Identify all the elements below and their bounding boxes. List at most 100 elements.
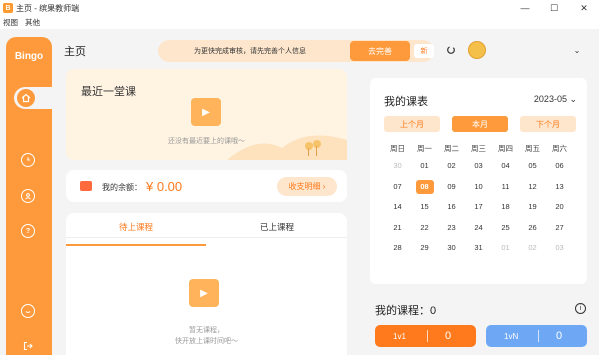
info-icon[interactable]: i — [575, 303, 586, 314]
maximize-icon[interactable]: ☐ — [540, 0, 568, 16]
menu-other[interactable]: 其他 — [25, 17, 40, 28]
my-courses-count: 0 — [430, 305, 437, 317]
stat-1v1-label: 1v1 — [393, 331, 406, 341]
empty-courses-text: 暂无课程， 快开放上课时间吧～ — [66, 325, 347, 347]
tab-upcoming-label: 待上课程 — [118, 222, 153, 232]
calendar-day[interactable]: 02 — [524, 241, 542, 255]
calendar-day[interactable]: 18 — [497, 200, 515, 214]
wallet-icon — [80, 181, 92, 191]
calendar-day[interactable]: 15 — [416, 200, 434, 214]
calendar-day[interactable]: 04 — [497, 159, 515, 173]
video-play-icon: ▶ — [191, 98, 221, 126]
menu-view[interactable]: 视图 — [3, 17, 18, 28]
calendar-day[interactable]: 07 — [389, 180, 407, 194]
calendar-day[interactable]: 30 — [389, 159, 407, 173]
notice-text: 为更快完成审核，请先完善个人信息 — [194, 48, 306, 55]
calendar-day[interactable]: 16 — [443, 200, 461, 214]
calendar-day[interactable]: 11 — [497, 180, 515, 194]
tab-completed-label: 已上课程 — [259, 222, 294, 232]
chevron-down-icon[interactable]: ⌄ — [570, 43, 584, 57]
income-details-button[interactable]: 收支明细 › — [277, 177, 337, 196]
calendar-day[interactable]: 31 — [470, 241, 488, 255]
calendar-day[interactable]: 28 — [389, 241, 407, 255]
new-badge: 新 — [414, 44, 434, 58]
weekday-header: 周二 — [444, 144, 459, 153]
calendar-day[interactable]: 13 — [551, 180, 569, 194]
page-title: 主页 — [64, 46, 86, 58]
recent-class-title: 最近一堂课 — [81, 86, 136, 98]
calendar-title: 我的课表 — [384, 96, 428, 108]
user-icon[interactable] — [21, 189, 35, 203]
calendar-day[interactable]: 19 — [524, 200, 542, 214]
calendar-day[interactable]: 27 — [551, 221, 569, 235]
prev-month-button[interactable]: 上个月 — [384, 116, 440, 132]
empty-courses-icon: ▶ — [189, 279, 219, 307]
active-tab-indicator — [66, 244, 206, 246]
calendar-day[interactable]: 24 — [470, 221, 488, 235]
close-icon[interactable]: ✕ — [570, 0, 598, 16]
calendar-day[interactable]: 23 — [443, 221, 461, 235]
tab-upcoming[interactable]: 待上课程 — [66, 221, 206, 246]
calendar-day[interactable]: 02 — [443, 159, 461, 173]
my-courses-label: 我的课程： — [375, 305, 430, 317]
balance-amount: ¥ 0.00 — [146, 179, 183, 194]
calendar-day[interactable]: 20 — [551, 200, 569, 214]
calendar-day[interactable]: 10 — [470, 180, 488, 194]
calendar-day[interactable]: 05 — [524, 159, 542, 173]
this-month-button[interactable]: 本月 — [452, 116, 508, 132]
calendar-day[interactable]: 03 — [551, 241, 569, 255]
calendar-day[interactable]: 17 — [470, 200, 488, 214]
recent-class-card: 最近一堂课 ▶ 还没有最近要上的课哦～ — [66, 69, 347, 160]
stat-1vn-label: 1vN — [504, 331, 519, 341]
weekday-header: 周四 — [498, 144, 513, 153]
calendar-day[interactable]: 03 — [470, 159, 488, 173]
calendar-day[interactable]: 06 — [551, 159, 569, 173]
calendar-day[interactable]: 26 — [524, 221, 542, 235]
feedback-icon[interactable] — [21, 304, 35, 318]
avatar[interactable] — [468, 41, 486, 59]
weekday-header: 周日 — [390, 144, 405, 153]
calendar-day[interactable]: 25 — [497, 221, 515, 235]
bingo-logo: Bingo — [14, 51, 44, 62]
balance-card: 我的余额： ¥ 0.00 收支明细 › — [66, 170, 347, 202]
stat-1vn[interactable]: 1vN 0 — [486, 325, 587, 347]
hills-illustration — [227, 135, 347, 160]
calendar-day[interactable]: 29 — [416, 241, 434, 255]
nav-home[interactable] — [14, 87, 52, 109]
stat-1v1-value: 0 — [445, 330, 452, 342]
home-icon — [17, 89, 35, 107]
title-bar: B 主页 - 缤果教师端 — ☐ ✕ — [0, 0, 599, 16]
stat-1v1[interactable]: 1v1 0 — [375, 325, 476, 347]
minimize-icon[interactable]: — — [511, 0, 539, 16]
calendar-day[interactable]: 08 — [415, 179, 434, 194]
refresh-icon[interactable] — [444, 43, 458, 57]
calendar-day[interactable]: 30 — [443, 241, 461, 255]
app-logo-icon: B — [3, 3, 13, 13]
calendar-day[interactable]: 09 — [443, 180, 461, 194]
tab-completed[interactable]: 已上课程 — [207, 221, 347, 233]
tab-divider — [66, 237, 347, 238]
clock-icon[interactable] — [21, 153, 35, 167]
calendar-day[interactable]: 21 — [389, 221, 407, 235]
calendar-day[interactable]: 12 — [524, 180, 542, 194]
help-icon[interactable]: ? — [21, 224, 35, 238]
schedule-calendar: 我的课表 2023-05 ⌄ 上个月 本月 下个月 周日 周一 周二 周三 周四 周五 周六… — [370, 78, 587, 284]
sidebar: Bingo ? — [6, 37, 52, 355]
next-month-button[interactable]: 下个月 — [520, 116, 576, 132]
logout-icon[interactable] — [21, 339, 35, 353]
window-title: 主页 - 缤果教师端 — [16, 3, 80, 13]
complete-profile-button[interactable]: 去完善 — [350, 41, 410, 61]
stat-divider — [427, 330, 428, 342]
weekday-header: 周一 — [417, 144, 432, 153]
calendar-day[interactable]: 22 — [416, 221, 434, 235]
calendar-day[interactable]: 01 — [416, 159, 434, 173]
my-courses-summary: 我的课程：0 — [375, 302, 436, 318]
balance-label: 我的余额： — [102, 183, 142, 192]
month-selector[interactable]: 2023-05 ⌄ — [534, 94, 577, 105]
courses-card: 待上课程 已上课程 ▶ 暂无课程， 快开放上课时间吧～ — [66, 213, 347, 355]
calendar-day[interactable]: 01 — [497, 241, 515, 255]
weekday-header: 周三 — [471, 144, 486, 153]
stat-divider — [538, 330, 539, 342]
calendar-day[interactable]: 14 — [389, 200, 407, 214]
empty-courses-line-2: 快开放上课时间吧～ — [175, 338, 238, 345]
